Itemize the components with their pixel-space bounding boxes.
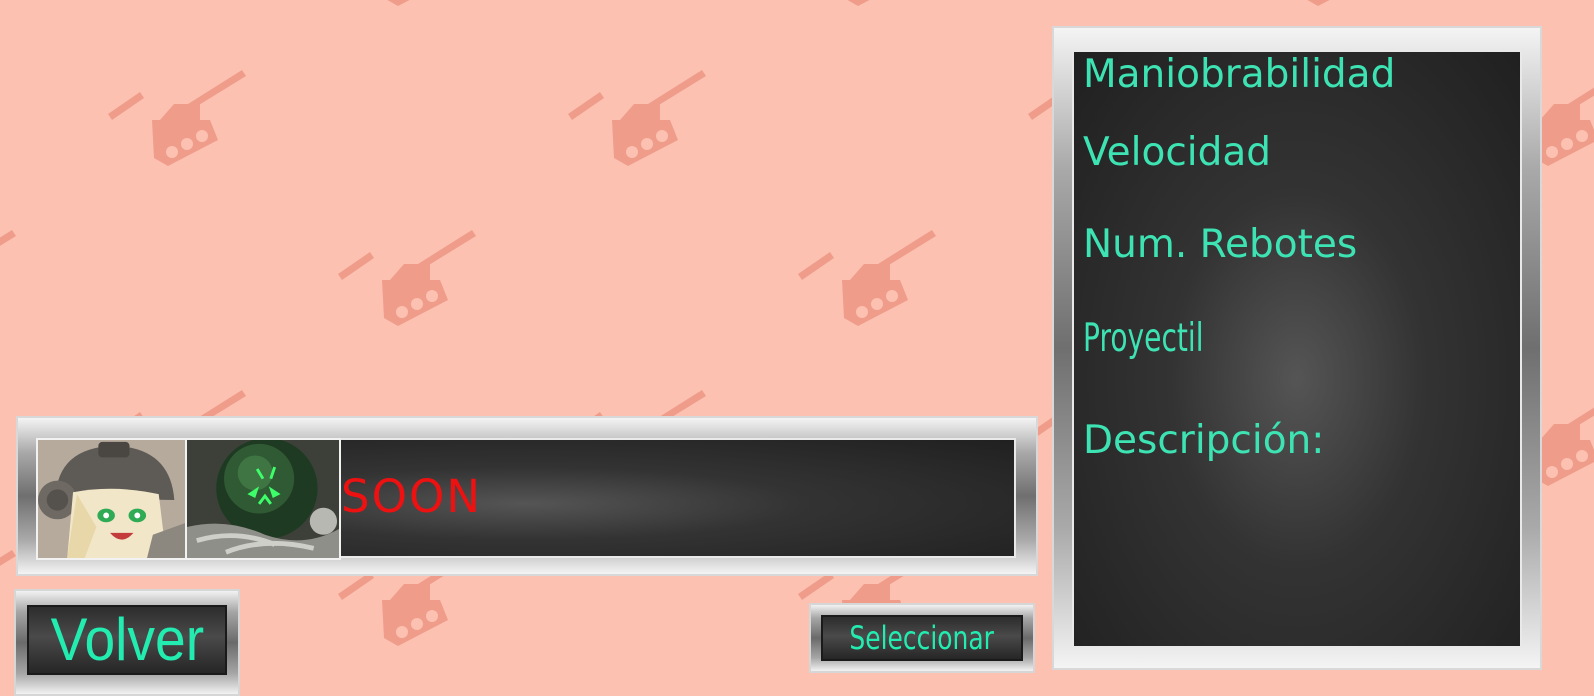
volver-button-label: Volver xyxy=(50,606,204,673)
seleccionar-button[interactable]: Seleccionar xyxy=(809,603,1035,673)
volver-button[interactable]: Volver xyxy=(14,589,240,696)
seleccionar-button-face[interactable]: Seleccionar xyxy=(821,615,1023,661)
coming-soon-label: SOON xyxy=(341,470,483,523)
stat-label-descripcion: Descripción: xyxy=(1083,418,1325,463)
volver-button-face[interactable]: Volver xyxy=(27,605,227,675)
seleccionar-button-label: Seleccionar xyxy=(849,619,995,657)
tank-girl-character-icon xyxy=(38,440,185,558)
stat-label-num-rebotes: Num. Rebotes xyxy=(1083,222,1358,267)
stat-label-proyectil: Proyectil xyxy=(1083,316,1204,361)
stat-label-maniobrabilidad: Maniobrabilidad xyxy=(1083,52,1396,97)
green-orb-tank-character-icon xyxy=(187,440,339,558)
tank-portrait-green-orb[interactable] xyxy=(185,438,341,560)
tank-portrait-tank-girl[interactable] xyxy=(36,438,187,560)
stat-label-velocidad: Velocidad xyxy=(1083,130,1272,175)
